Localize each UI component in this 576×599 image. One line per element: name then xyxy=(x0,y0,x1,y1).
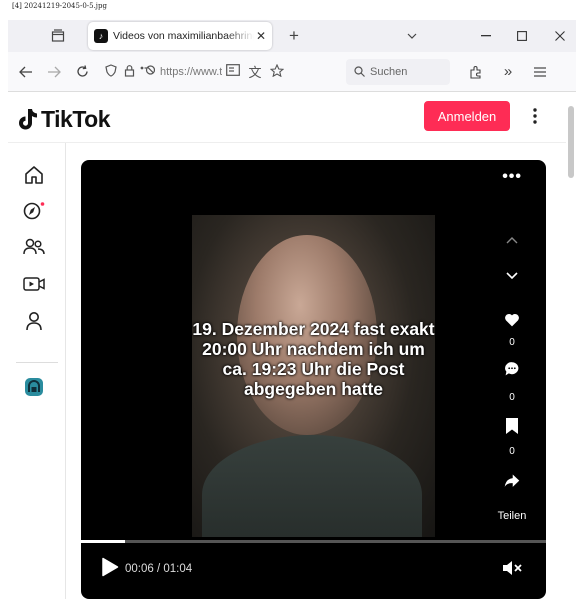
video-overlay-text: 19. Dezember 2024 fast exakt 20:00 Uhr n… xyxy=(192,319,435,399)
login-button[interactable]: Anmelden xyxy=(424,101,510,131)
tab-title: Videos von maximilianbaehring xyxy=(113,30,254,42)
video-frame[interactable]: 19. Dezember 2024 fast exakt 20:00 Uhr n… xyxy=(192,215,435,537)
video-progress-bar[interactable] xyxy=(81,540,546,543)
reload-button[interactable] xyxy=(68,58,96,86)
scrollbar-thumb[interactable] xyxy=(568,106,574,178)
lock-icon[interactable] xyxy=(120,64,138,80)
url-bar[interactable]: https://www.tik 文 xyxy=(102,58,342,86)
tiktok-note-icon xyxy=(19,109,37,130)
like-count: 0 xyxy=(509,337,515,348)
tab-list-icon xyxy=(51,29,65,42)
minimize-icon xyxy=(481,35,491,37)
tiktok-logo-text: TikTok xyxy=(41,106,111,132)
maximize-button[interactable] xyxy=(502,20,542,52)
tiktok-favicon-icon: ♪ xyxy=(94,29,108,43)
close-tab-icon[interactable]: ✕ xyxy=(256,29,266,43)
tiktok-page: TikTok Anmelden 19. Dezember 2024 fast e… xyxy=(8,92,568,599)
live-icon xyxy=(23,277,45,291)
video-progress-fill xyxy=(81,540,125,543)
reload-icon xyxy=(76,65,88,77)
maximize-icon xyxy=(517,31,527,41)
sidebar-item-home[interactable] xyxy=(22,163,46,187)
explore-icon xyxy=(23,202,45,220)
like-button[interactable] xyxy=(504,310,520,330)
chevron-down-icon xyxy=(506,272,518,279)
tab-tiktok[interactable]: ♪ Videos von maximilianbaehring ✕ xyxy=(88,22,272,50)
player-more-button[interactable]: ••• xyxy=(502,168,522,186)
image-caption: [4] 20241219-2045-0-5.jpg xyxy=(12,2,107,10)
sidebar-item-following[interactable] xyxy=(22,235,46,259)
search-icon xyxy=(354,66,365,77)
permissions-icon[interactable] xyxy=(138,64,156,79)
save-count: 0 xyxy=(509,446,515,457)
translate-icon[interactable]: 文 xyxy=(246,62,264,81)
reader-view-icon[interactable] xyxy=(224,64,242,79)
close-window-button[interactable] xyxy=(540,20,576,52)
puzzle-icon xyxy=(470,65,481,79)
video-time-display: 00:06 / 01:04 xyxy=(125,563,193,575)
back-button[interactable] xyxy=(12,58,40,86)
arrow-right-icon xyxy=(48,66,61,77)
header-divider xyxy=(8,142,568,143)
new-tab-button[interactable]: + xyxy=(284,26,304,46)
volume-muted-icon xyxy=(503,561,522,575)
comment-count: 0 xyxy=(509,392,515,403)
play-button[interactable] xyxy=(101,557,119,577)
mute-button[interactable] xyxy=(502,560,522,576)
extensions-button[interactable] xyxy=(462,58,490,86)
screenshot: [4] 20241219-2045-0-5.jpg ♪ Videos von m… xyxy=(0,0,576,599)
video-person-shirt xyxy=(202,435,422,537)
sidebar-item-live[interactable] xyxy=(22,272,46,296)
app-badge-icon xyxy=(25,378,43,396)
sidebar-item-app[interactable] xyxy=(22,375,46,399)
search-placeholder: Suchen xyxy=(370,65,408,78)
video-player[interactable]: 19. Dezember 2024 fast exakt 20:00 Uhr n… xyxy=(81,160,546,599)
bookmark-icon xyxy=(506,418,518,434)
profile-icon xyxy=(26,312,42,331)
comment-button[interactable] xyxy=(504,359,520,379)
navigation-bar: https://www.tik 文 Suchen » xyxy=(8,52,576,92)
share-arrow-icon xyxy=(504,474,520,487)
tiktok-logo[interactable]: TikTok xyxy=(18,106,111,133)
shield-icon[interactable] xyxy=(102,63,120,80)
sidebar-item-profile[interactable] xyxy=(22,309,46,333)
next-video-button[interactable] xyxy=(504,272,520,279)
page-scrollbar[interactable] xyxy=(566,92,576,599)
following-icon xyxy=(23,238,45,255)
overflow-chevron-button[interactable]: » xyxy=(494,58,522,86)
share-label: Teilen xyxy=(497,510,527,522)
more-options-button[interactable] xyxy=(524,102,546,130)
search-box[interactable]: Suchen xyxy=(346,58,450,85)
heart-icon xyxy=(505,313,519,327)
sidebar-separator xyxy=(16,362,58,363)
tab-list-button[interactable] xyxy=(44,22,72,50)
share-button[interactable] xyxy=(504,470,520,492)
sidebar xyxy=(8,143,66,599)
app-menu-button[interactable] xyxy=(526,58,554,86)
chevron-down-icon xyxy=(407,33,417,39)
home-icon xyxy=(25,166,43,184)
save-button[interactable] xyxy=(504,416,520,436)
comment-icon xyxy=(505,362,519,376)
hamburger-icon xyxy=(534,66,546,77)
sidebar-item-explore[interactable] xyxy=(22,199,46,223)
play-icon xyxy=(102,557,119,577)
double-chevron-right-icon: » xyxy=(503,63,513,80)
tab-bar: ♪ Videos von maximilianbaehring ✕ + xyxy=(8,20,576,52)
close-icon xyxy=(555,31,565,41)
tab-dropdown-button[interactable] xyxy=(392,20,432,52)
forward-button[interactable] xyxy=(40,58,68,86)
star-icon[interactable] xyxy=(268,63,286,80)
kebab-menu-icon xyxy=(533,108,537,124)
url-text: https://www.tik xyxy=(160,65,222,78)
arrow-left-icon xyxy=(19,66,32,77)
previous-video-button[interactable] xyxy=(504,237,520,244)
chevron-up-icon xyxy=(506,237,518,244)
minimize-button[interactable] xyxy=(466,20,506,52)
